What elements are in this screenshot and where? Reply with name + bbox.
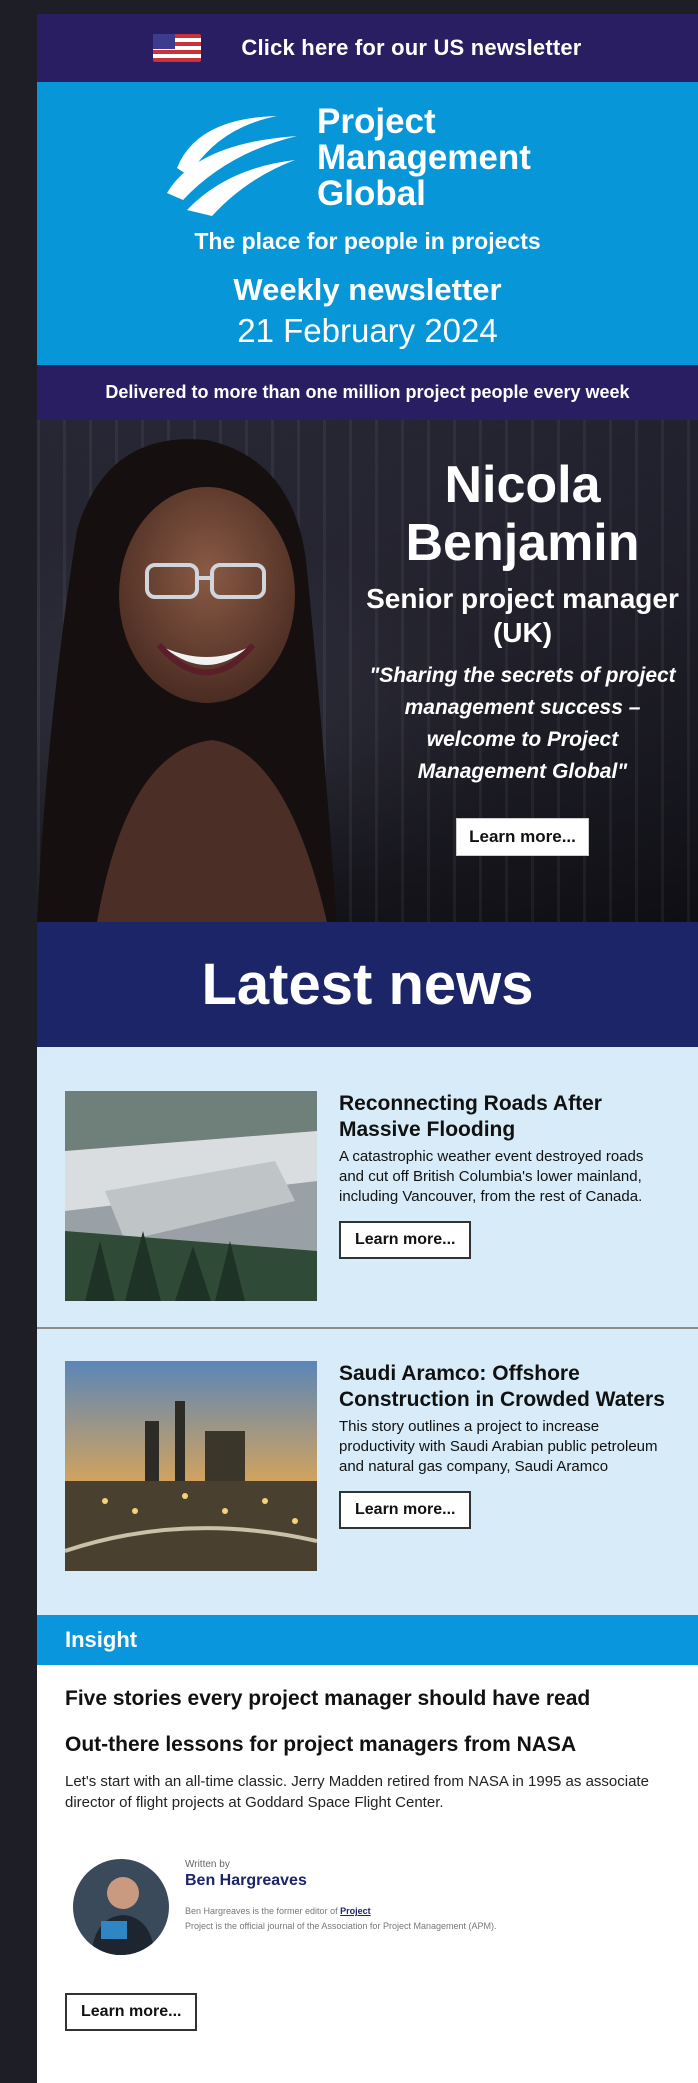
- us-newsletter-link[interactable]: Click here for our US newsletter: [241, 35, 581, 61]
- newsletter-frame: Click here for our US newsletter Project…: [37, 14, 698, 2083]
- author-name[interactable]: Ben Hargreaves: [185, 1872, 496, 1890]
- story-description: This story outlines a project to increas…: [339, 1418, 658, 1475]
- hero-banner: Nicola Benjamin Senior project manager (…: [37, 420, 698, 922]
- delivered-bar: Delivered to more than one million proje…: [37, 365, 698, 420]
- story-item: Saudi Aramco: Offshore Construction in C…: [37, 1329, 698, 1615]
- story-item: Reconnecting Roads After Massive Floodin…: [37, 1047, 698, 1329]
- story-learn-more-button[interactable]: Learn more...: [339, 1491, 472, 1529]
- author-block: Written by Ben Hargreaves Ben Hargreaves…: [73, 1859, 698, 1955]
- latest-news-heading: Latest news: [37, 922, 698, 1047]
- insight-headline[interactable]: Five stories every project manager shoul…: [65, 1687, 698, 1711]
- newsletter-label: Weekly newsletter: [233, 272, 502, 307]
- hero-learn-more-button[interactable]: Learn more...: [456, 818, 589, 856]
- hero-portrait-image: [37, 439, 337, 922]
- us-newsletter-bar[interactable]: Click here for our US newsletter: [37, 14, 698, 82]
- globe-swoosh-icon: [167, 116, 297, 216]
- hero-name: Nicola Benjamin: [405, 456, 640, 572]
- written-by-label: Written by: [185, 1859, 230, 1870]
- issue-date: 21 February 2024: [237, 312, 498, 349]
- story-description: A catastrophic weather event destroyed r…: [339, 1148, 644, 1205]
- logo[interactable]: Project Management Global: [157, 98, 531, 218]
- insight-section: Five stories every project manager shoul…: [37, 1665, 698, 2031]
- author-avatar: [73, 1859, 169, 1955]
- hero-quote: "Sharing the secrets of project manageme…: [369, 664, 676, 783]
- delivered-prefix: Delivered to more than: [105, 382, 301, 402]
- logo-line-management: Management: [317, 138, 531, 177]
- masthead: Project Management Global The place for …: [37, 82, 698, 365]
- story-image-refinery[interactable]: [65, 1361, 317, 1571]
- hero-role: Senior project manager (UK): [366, 583, 679, 648]
- hero-text: Nicola Benjamin Senior project manager (…: [347, 456, 698, 856]
- insight-subheadline[interactable]: Out-there lessons for project managers f…: [65, 1733, 698, 1757]
- insight-learn-more-button[interactable]: Learn more...: [65, 1993, 198, 2031]
- delivered-suffix: project people every week: [405, 382, 630, 402]
- story-title[interactable]: Saudi Aramco: Offshore Construction in C…: [339, 1361, 669, 1413]
- author-bio: Ben Hargreaves is the former editor of P…: [185, 1906, 497, 1931]
- logo-text: Project Management Global: [317, 104, 531, 212]
- insight-text: Let's start with an all-time classic. Je…: [65, 1773, 649, 1811]
- us-flag-icon: [153, 34, 202, 62]
- story-learn-more-button[interactable]: Learn more...: [339, 1221, 472, 1259]
- insight-bar: Insight: [37, 1615, 698, 1665]
- logo-line-project: Project: [317, 102, 436, 141]
- delivered-emphasis: one million: [305, 382, 401, 402]
- project-journal-link[interactable]: Project: [340, 1906, 371, 1916]
- news-section: Reconnecting Roads After Massive Floodin…: [37, 1047, 698, 1615]
- tagline: The place for people in projects: [194, 228, 541, 254]
- logo-line-global: Global: [317, 174, 426, 213]
- story-title[interactable]: Reconnecting Roads After Massive Floodin…: [339, 1091, 669, 1143]
- story-image-flooding[interactable]: [65, 1091, 317, 1301]
